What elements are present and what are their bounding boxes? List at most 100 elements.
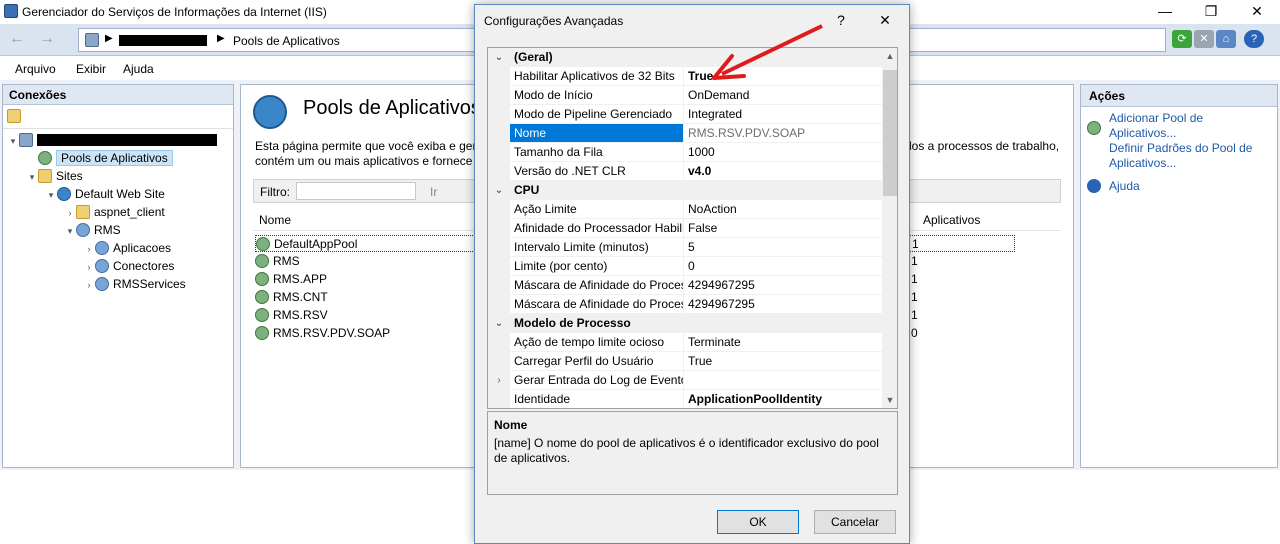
column-apps[interactable]: Aplicativos bbox=[923, 213, 980, 227]
property-row[interactable]: Identidade ApplicationPoolIdentity bbox=[488, 390, 882, 408]
property-row[interactable]: Carregar Perfil do Usuário True bbox=[488, 352, 882, 371]
tree-toggle-icon[interactable]: ▾ bbox=[7, 132, 19, 150]
property-value[interactable]: 4294967295 bbox=[684, 295, 882, 314]
property-row[interactable]: Afinidade do Processador Habili False bbox=[488, 219, 882, 238]
actions-panel: Ações Adicionar Pool de Aplicativos... D… bbox=[1080, 84, 1278, 468]
add-pool-link[interactable]: Adicionar Pool de Aplicativos... bbox=[1109, 111, 1259, 141]
dialog-title: Configurações Avançadas bbox=[484, 14, 624, 28]
property-value[interactable]: 0 bbox=[684, 257, 882, 276]
property-value[interactable]: True bbox=[684, 352, 882, 371]
pool-name: RMS.CNT bbox=[273, 290, 328, 304]
property-row[interactable]: Máscara de Afinidade do Proces 4294967295 bbox=[488, 295, 882, 314]
menu-arquivo[interactable]: Arquivo bbox=[15, 62, 56, 76]
property-value[interactable]: False bbox=[684, 219, 882, 238]
scroll-up-icon[interactable]: ▲ bbox=[882, 48, 897, 64]
breadcrumb-pools[interactable]: Pools de Aplicativos bbox=[233, 34, 340, 48]
menu-ajuda[interactable]: Ajuda bbox=[123, 62, 154, 76]
maximize-button[interactable]: ❐ bbox=[1188, 0, 1234, 24]
connect-icon[interactable] bbox=[7, 109, 21, 123]
property-value[interactable] bbox=[684, 371, 882, 390]
property-row[interactable]: Modo de Pipeline Gerenciado Integrated bbox=[488, 105, 882, 124]
property-row[interactable]: Ação Limite NoAction bbox=[488, 200, 882, 219]
property-value[interactable]: Terminate bbox=[684, 333, 882, 352]
back-button[interactable]: ← bbox=[6, 30, 28, 50]
dialog-help-button[interactable]: ? bbox=[827, 11, 855, 29]
tree-node-label: aspnet_client bbox=[94, 205, 165, 219]
row-gutter[interactable]: › bbox=[488, 371, 510, 390]
property-category[interactable]: ⌄ Modelo de Processo bbox=[488, 314, 882, 333]
tree-toggle-icon[interactable]: › bbox=[64, 204, 76, 222]
property-value[interactable]: NoAction bbox=[684, 200, 882, 219]
row-gutter bbox=[488, 86, 510, 105]
tree-node-label: Conectores bbox=[113, 259, 175, 273]
tree-toggle-icon[interactable]: ▾ bbox=[64, 222, 76, 240]
set-defaults-link[interactable]: Definir Padrões do Pool de Aplicativos..… bbox=[1109, 141, 1259, 171]
row-gutter bbox=[488, 162, 510, 181]
tree-node[interactable]: ▾ Default Web Site bbox=[7, 185, 231, 203]
collapse-icon[interactable]: ⌄ bbox=[488, 181, 510, 200]
app-icon bbox=[76, 223, 90, 237]
tree-toggle-icon[interactable]: ▾ bbox=[26, 168, 38, 186]
property-name: Carregar Perfil do Usuário bbox=[510, 352, 684, 371]
property-description-title: Nome bbox=[494, 418, 528, 432]
tree-node[interactable]: › aspnet_client bbox=[7, 203, 231, 221]
annotation-arrow-line bbox=[721, 24, 823, 76]
column-name[interactable]: Nome bbox=[259, 213, 291, 227]
property-value[interactable]: 5 bbox=[684, 238, 882, 257]
property-name: Ação de tempo limite ocioso bbox=[510, 333, 684, 352]
refresh-icon[interactable]: ⟳ bbox=[1172, 30, 1192, 48]
home-icon[interactable]: ⌂ bbox=[1216, 30, 1236, 48]
cancel-button[interactable]: Cancelar bbox=[814, 510, 896, 534]
property-row[interactable]: Máscara de Afinidade do Proces 4294967295 bbox=[488, 276, 882, 295]
app-pools-icon bbox=[253, 95, 287, 129]
property-grid: ⌄ (Geral) Habilitar Aplicativos de 32 Bits… bbox=[487, 47, 898, 409]
property-scrollbar[interactable]: ▲ ▼ bbox=[882, 48, 897, 408]
filter-input[interactable] bbox=[296, 182, 416, 200]
tree-node[interactable]: ▾ RMS bbox=[7, 221, 231, 239]
collapse-icon[interactable]: ⌄ bbox=[488, 48, 510, 67]
tree-toggle-icon[interactable]: › bbox=[83, 258, 95, 276]
property-row[interactable]: Limite (por cento) 0 bbox=[488, 257, 882, 276]
breadcrumb-chevron-icon: ▶ bbox=[217, 33, 225, 44]
tree-node-label: RMS bbox=[94, 223, 121, 237]
tree-toggle-icon[interactable]: › bbox=[83, 276, 95, 294]
scroll-down-icon[interactable]: ▼ bbox=[882, 392, 897, 408]
help-link[interactable]: Ajuda bbox=[1109, 179, 1140, 194]
server-icon bbox=[85, 33, 99, 47]
property-category[interactable]: ⌄ CPU bbox=[488, 181, 882, 200]
property-row[interactable]: Versão do .NET CLR v4.0 bbox=[488, 162, 882, 181]
tree-node[interactable]: ▾ bbox=[7, 131, 231, 149]
property-value[interactable]: RMS.RSV.PDV.SOAP bbox=[684, 124, 882, 143]
property-name: Intervalo Limite (minutos) bbox=[510, 238, 684, 257]
tree-node[interactable]: Pools de Aplicativos bbox=[7, 149, 231, 167]
property-value[interactable]: 4294967295 bbox=[684, 276, 882, 295]
property-value[interactable]: v4.0 bbox=[684, 162, 882, 181]
forward-button[interactable]: → bbox=[36, 30, 58, 50]
property-row[interactable]: Intervalo Limite (minutos) 5 bbox=[488, 238, 882, 257]
close-window-button[interactable]: ✕ bbox=[1234, 0, 1280, 24]
property-value[interactable]: ApplicationPoolIdentity bbox=[684, 390, 882, 408]
property-value[interactable]: 1000 bbox=[684, 143, 882, 162]
property-row[interactable]: Tamanho da Fila 1000 bbox=[488, 143, 882, 162]
collapse-icon[interactable]: ⌄ bbox=[488, 314, 510, 333]
pool-name: RMS.APP bbox=[273, 272, 328, 286]
ok-button[interactable]: OK bbox=[717, 510, 799, 534]
tree-toggle-icon[interactable]: ▾ bbox=[45, 186, 57, 204]
property-row[interactable]: Nome RMS.RSV.PDV.SOAP bbox=[488, 124, 882, 143]
minimize-button[interactable]: — bbox=[1142, 0, 1188, 24]
filter-go-button[interactable]: Ir bbox=[430, 185, 437, 199]
menu-exibir[interactable]: Exibir bbox=[76, 62, 106, 76]
tree-toggle-icon[interactable]: › bbox=[83, 240, 95, 258]
tree-node[interactable]: › Conectores bbox=[7, 257, 231, 275]
scroll-thumb[interactable] bbox=[883, 70, 897, 196]
tree-node[interactable]: › RMSServices bbox=[7, 275, 231, 293]
tree-node[interactable]: ▾ Sites bbox=[7, 167, 231, 185]
property-value[interactable]: Integrated bbox=[684, 105, 882, 124]
property-row[interactable]: › Gerar Entrada do Log de Eventos bbox=[488, 371, 882, 390]
row-gutter bbox=[488, 276, 510, 295]
help-icon[interactable]: ? bbox=[1244, 30, 1264, 48]
stop-icon[interactable]: ✕ bbox=[1194, 30, 1214, 48]
property-row[interactable]: Ação de tempo limite ocioso Terminate bbox=[488, 333, 882, 352]
dialog-close-button[interactable]: ✕ bbox=[871, 11, 899, 29]
tree-node[interactable]: › Aplicacoes bbox=[7, 239, 231, 257]
